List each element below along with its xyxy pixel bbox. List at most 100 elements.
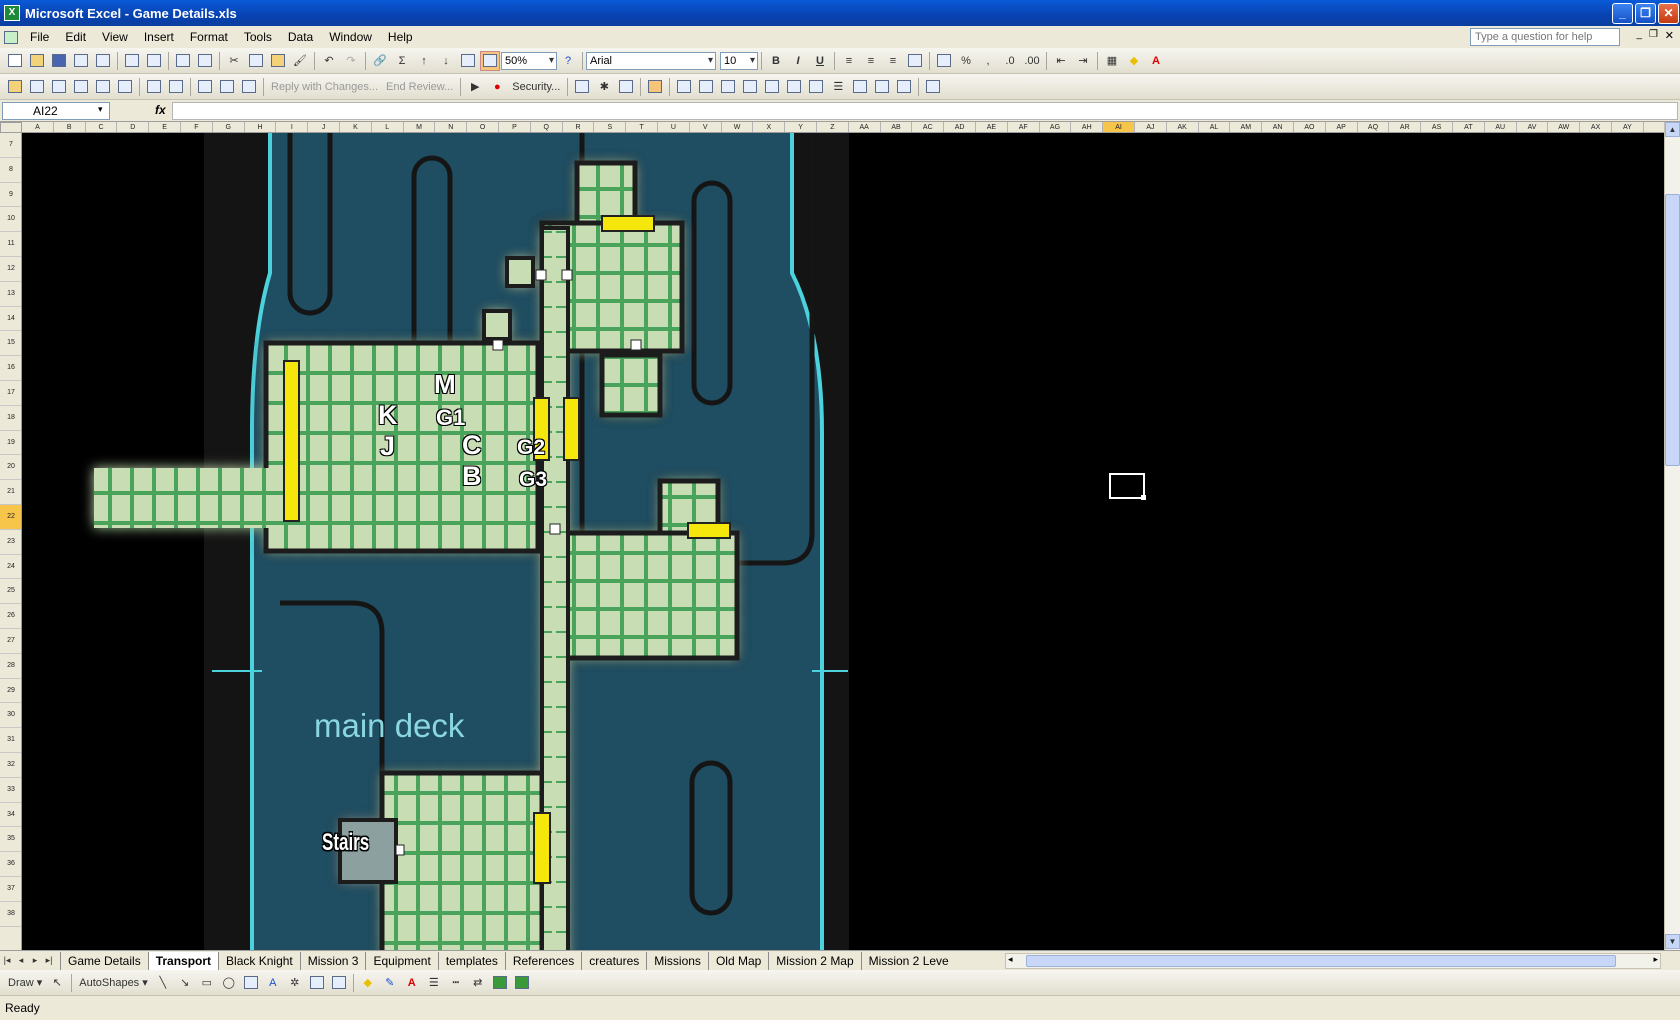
email-icon[interactable] [93, 51, 113, 71]
copy-icon[interactable] [246, 51, 266, 71]
menu-data[interactable]: Data [280, 30, 321, 44]
column-header[interactable]: AF [1008, 122, 1040, 132]
minimize-button[interactable]: _ [1612, 3, 1633, 24]
scroll-down-icon[interactable]: ▼ [1665, 934, 1680, 949]
horizontal-scroll-thumb[interactable] [1026, 955, 1616, 967]
forms-icon-10[interactable] [894, 77, 914, 97]
column-header[interactable]: AN [1262, 122, 1294, 132]
select-objects-icon[interactable]: ↖ [47, 973, 67, 993]
fill-color-icon[interactable]: ◆ [1124, 51, 1144, 71]
review-icon-7[interactable] [166, 77, 186, 97]
column-header[interactable]: Y [785, 122, 817, 132]
column-header[interactable]: AR [1389, 122, 1422, 132]
doc-close-icon[interactable]: ✕ [1665, 29, 1674, 42]
row-header[interactable]: 16 [0, 356, 21, 381]
sheet-tab[interactable]: Black Knight [218, 951, 300, 970]
column-header[interactable]: V [690, 122, 722, 132]
review-icon-9[interactable] [217, 77, 237, 97]
menu-format[interactable]: Format [182, 30, 236, 44]
borders-icon[interactable]: ▦ [1102, 51, 1122, 71]
folder-icon[interactable] [5, 77, 25, 97]
sheet-tab[interactable]: Mission 2 Map [768, 951, 860, 970]
row-header[interactable]: 18 [0, 406, 21, 431]
font-select[interactable]: Arial [586, 51, 716, 70]
review-icon-5[interactable] [115, 77, 135, 97]
end-review-button[interactable]: End Review... [382, 81, 457, 93]
restore-button[interactable]: ❐ [1635, 3, 1656, 24]
bold-button[interactable]: B [766, 51, 786, 71]
paste-icon[interactable] [268, 51, 288, 71]
column-header[interactable]: H [245, 122, 277, 132]
help-search-input[interactable]: Type a question for help [1470, 28, 1620, 46]
row-header[interactable]: 36 [0, 852, 21, 877]
scroll-up-icon[interactable]: ▲ [1665, 122, 1680, 137]
column-header[interactable]: B [54, 122, 86, 132]
column-header[interactable]: AE [976, 122, 1008, 132]
forms-icon-1[interactable] [674, 77, 694, 97]
workbook-icon[interactable] [1, 27, 21, 47]
column-header[interactable]: U [658, 122, 690, 132]
worksheet-grid[interactable]: M K G1 J C G2 B G3 main deck Stairs [22, 133, 1664, 950]
column-header[interactable]: AW [1548, 122, 1581, 132]
run-icon[interactable]: ▶ [465, 77, 485, 97]
row-header[interactable]: 26 [0, 604, 21, 629]
column-header[interactable]: AG [1040, 122, 1072, 132]
vertical-scroll-thumb[interactable] [1665, 194, 1680, 466]
row-header[interactable]: 28 [0, 654, 21, 679]
picture-icon[interactable] [329, 973, 349, 993]
3d-icon[interactable] [512, 973, 532, 993]
column-header[interactable]: R [563, 122, 595, 132]
print-icon[interactable] [122, 51, 142, 71]
column-header[interactable]: X [753, 122, 786, 132]
arrow-style-icon[interactable]: ⇄ [468, 973, 488, 993]
row-header[interactable]: 19 [0, 431, 21, 456]
column-header[interactable]: D [117, 122, 150, 132]
column-header[interactable]: A [22, 122, 54, 132]
column-header[interactable]: I [276, 122, 309, 132]
first-sheet-icon[interactable]: |◂ [0, 955, 14, 966]
wordart-icon[interactable]: A [263, 973, 283, 993]
autoshapes-menu-button[interactable]: AutoShapes ▾ [75, 976, 152, 989]
line-weight-icon[interactable]: ☰ [424, 973, 444, 993]
diagram-icon[interactable]: ✲ [285, 973, 305, 993]
menu-file[interactable]: File [22, 30, 57, 44]
row-header[interactable]: 8 [0, 158, 21, 183]
column-header[interactable]: K [340, 122, 372, 132]
tools-icon-1[interactable] [572, 77, 592, 97]
column-header[interactable]: T [626, 122, 658, 132]
security-button[interactable]: Security... [508, 81, 564, 93]
column-header[interactable]: AO [1294, 122, 1326, 132]
row-header[interactable]: 30 [0, 703, 21, 729]
row-header[interactable]: 29 [0, 679, 21, 704]
vertical-scrollbar[interactable]: ▲ ▼ [1664, 122, 1680, 950]
merge-center-icon[interactable] [905, 51, 925, 71]
increase-indent-icon[interactable]: ⇥ [1073, 51, 1093, 71]
sheet-tab[interactable]: Missions [646, 951, 708, 970]
forms-icon-7[interactable] [806, 77, 826, 97]
review-icon-10[interactable] [239, 77, 259, 97]
row-header[interactable]: 15 [0, 331, 21, 357]
reply-with-changes-button[interactable]: Reply with Changes... [267, 81, 382, 93]
chart-wizard-icon[interactable] [458, 51, 478, 71]
sheet-tab[interactable]: Transport [147, 951, 219, 970]
row-header[interactable]: 10 [0, 207, 21, 233]
column-header[interactable]: AX [1580, 122, 1612, 132]
forms-icon-9[interactable] [872, 77, 892, 97]
column-header[interactable]: F [181, 122, 213, 132]
row-header[interactable]: 9 [0, 183, 21, 208]
scroll-right-icon[interactable]: ▸ [1653, 954, 1658, 965]
research-icon[interactable] [195, 51, 215, 71]
row-header[interactable]: 37 [0, 877, 21, 902]
review-icon-3[interactable] [71, 77, 91, 97]
row-header[interactable]: 21 [0, 480, 21, 505]
forms-icon-8[interactable] [850, 77, 870, 97]
column-header[interactable]: P [499, 122, 531, 132]
horizontal-scrollbar[interactable]: ◂ ▸ [1005, 953, 1661, 969]
column-header[interactable]: AQ [1358, 122, 1390, 132]
forms-icon-6[interactable] [784, 77, 804, 97]
select-all-corner[interactable] [0, 122, 22, 133]
close-button[interactable]: ✕ [1658, 3, 1679, 24]
column-header[interactable]: AM [1230, 122, 1263, 132]
increase-decimal-icon[interactable]: .0 [1000, 51, 1020, 71]
zoom-select[interactable]: 50% [501, 51, 557, 70]
